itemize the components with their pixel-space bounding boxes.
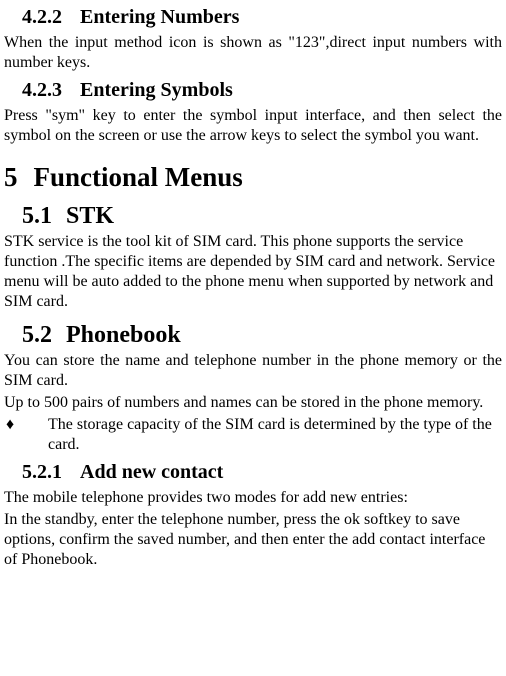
paragraph: You can store the name and telephone num… — [4, 351, 502, 391]
paragraph: When the input method icon is shown as "… — [4, 33, 502, 73]
heading-number: 5.2.1 — [22, 461, 62, 484]
paragraph: In the standby, enter the telephone numb… — [4, 510, 502, 570]
heading-text: Functional Menus — [34, 162, 243, 192]
diamond-bullet-icon: ♦ — [4, 415, 48, 455]
paragraph: Press "sym" key to enter the symbol inpu… — [4, 106, 502, 146]
heading-4-2-3: 4.2.3 Entering Symbols — [22, 79, 502, 102]
heading-4-2-2: 4.2.2 Entering Numbers — [22, 6, 502, 29]
heading-number: 4.2.3 — [22, 79, 62, 102]
paragraph: STK service is the tool kit of SIM card.… — [4, 232, 502, 312]
heading-5-2-1: 5.2.1 Add new contact — [22, 461, 502, 484]
heading-text: Entering Numbers — [80, 6, 239, 28]
heading-5: 5 Functional Menus — [4, 162, 502, 193]
heading-number: 4.2.2 — [22, 6, 62, 29]
heading-5-2: 5.2 Phonebook — [22, 322, 502, 349]
heading-number: 5.2 — [22, 322, 52, 349]
paragraph: Up to 500 pairs of numbers and names can… — [4, 393, 502, 413]
heading-5-1: 5.1 STK — [22, 203, 502, 230]
heading-text: STK — [66, 203, 114, 229]
heading-text: Entering Symbols — [80, 79, 233, 101]
bullet-item: ♦ The storage capacity of the SIM card i… — [4, 415, 502, 455]
heading-number: 5.1 — [22, 203, 52, 230]
paragraph: The mobile telephone provides two modes … — [4, 488, 502, 508]
heading-text: Add new contact — [80, 461, 223, 483]
heading-text: Phonebook — [66, 322, 181, 348]
bullet-text: The storage capacity of the SIM card is … — [48, 415, 502, 455]
heading-number: 5 — [4, 162, 18, 193]
